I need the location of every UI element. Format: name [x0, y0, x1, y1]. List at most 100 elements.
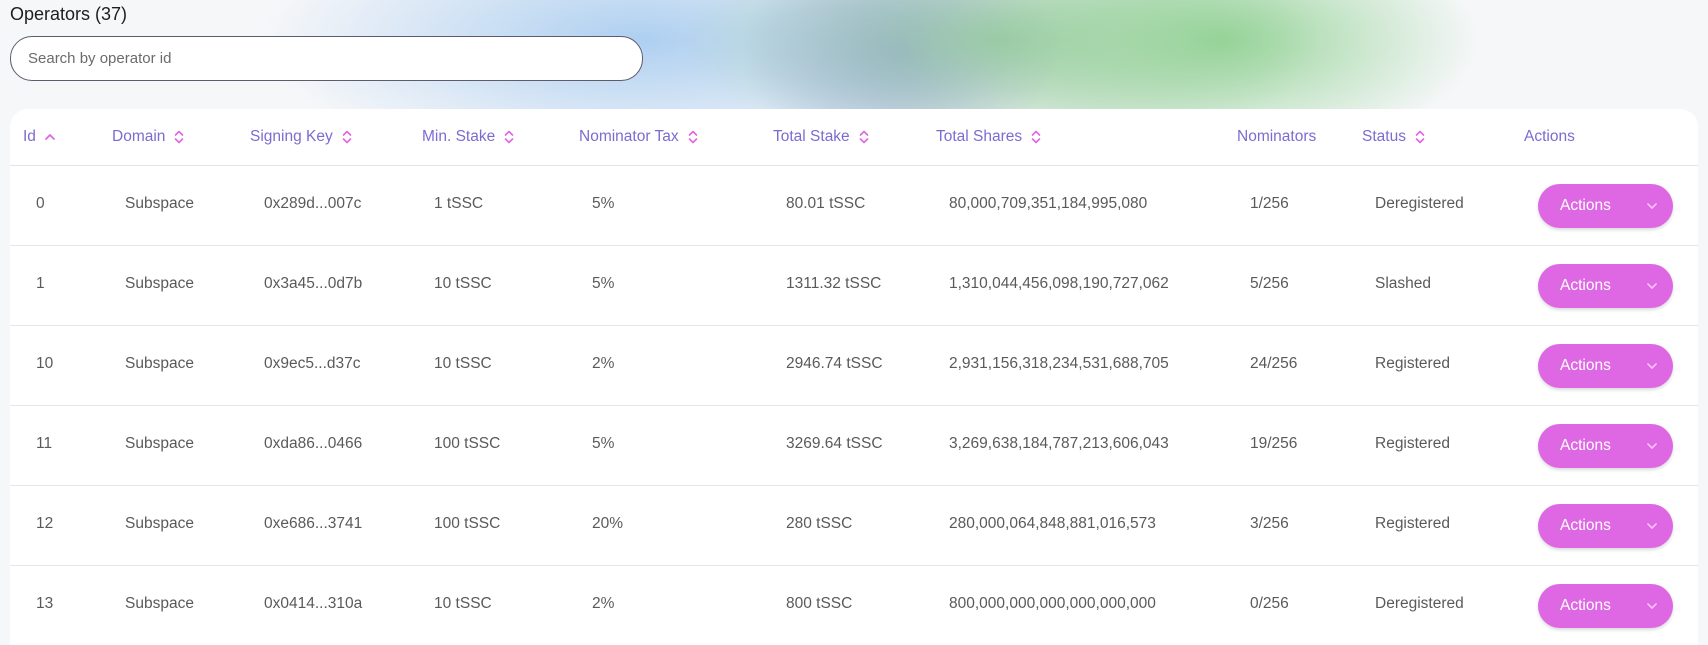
cell-status: Slashed — [1375, 275, 1432, 292]
cell-nominator-tax: 5% — [592, 435, 615, 452]
column-header-id[interactable]: Id — [23, 128, 56, 146]
cell-signing-key: 0x3a45...0d7b — [264, 275, 363, 292]
cell-domain: Subspace — [125, 195, 194, 212]
chevron-down-icon — [1647, 443, 1657, 449]
column-header-label: Domain — [112, 128, 166, 145]
actions-button-label: Actions — [1560, 277, 1611, 294]
cell-min-stake: 100 tSSC — [434, 515, 501, 532]
column-header-label: Nominators — [1237, 128, 1317, 145]
cell-id: 0 — [36, 195, 45, 212]
table-row: 10 Subspace 0x9ec5...d37c 10 tSSC 2% 294… — [10, 326, 1698, 406]
column-header-label: Nominator Tax — [579, 128, 679, 145]
cell-nominators: 19/256 — [1250, 435, 1298, 452]
cell-nominators: 5/256 — [1250, 275, 1289, 292]
cell-nominator-tax: 5% — [592, 275, 615, 292]
cell-min-stake: 10 tSSC — [434, 275, 492, 292]
cell-total-stake: 2946.74 tSSC — [786, 355, 883, 372]
sort-icon — [688, 130, 697, 144]
cell-nominators: 1/256 — [1250, 195, 1289, 212]
column-header-label: Id — [23, 128, 36, 145]
column-header-nominators: Nominators — [1237, 128, 1316, 146]
column-header-label: Min. Stake — [422, 128, 496, 145]
actions-button-label: Actions — [1560, 437, 1611, 454]
cell-domain: Subspace — [125, 515, 194, 532]
cell-total-stake: 3269.64 tSSC — [786, 435, 883, 452]
column-header-min-stake[interactable]: Min. Stake — [422, 128, 515, 146]
cell-status: Registered — [1375, 435, 1450, 452]
table-row: 1 Subspace 0x3a45...0d7b 10 tSSC 5% 1311… — [10, 246, 1698, 326]
cell-domain: Subspace — [125, 275, 194, 292]
cell-signing-key: 0x0414...310a — [264, 595, 363, 612]
cell-status: Registered — [1375, 355, 1450, 372]
cell-nominator-tax: 5% — [592, 195, 615, 212]
chevron-down-icon — [1647, 363, 1657, 369]
actions-button-label: Actions — [1560, 517, 1611, 534]
cell-domain: Subspace — [125, 595, 194, 612]
actions-dropdown-button[interactable]: Actions — [1538, 424, 1673, 468]
cell-total-stake: 800 tSSC — [786, 595, 853, 612]
chevron-down-icon — [1647, 203, 1657, 209]
cell-min-stake: 10 tSSC — [434, 595, 492, 612]
sort-icon — [1415, 130, 1425, 144]
cell-nominators: 0/256 — [1250, 595, 1289, 612]
actions-dropdown-button[interactable]: Actions — [1538, 344, 1673, 388]
operators-table: Id Domain Signing Key Min. Stake Nominat… — [10, 109, 1698, 645]
cell-id: 1 — [36, 275, 45, 292]
cell-id: 12 — [36, 515, 54, 532]
cell-signing-key: 0xe686...3741 — [264, 515, 363, 532]
cell-total-stake: 280 tSSC — [786, 515, 853, 532]
column-header-label: Signing Key — [250, 128, 333, 145]
actions-button-label: Actions — [1560, 357, 1611, 374]
column-header-actions: Actions — [1524, 128, 1575, 146]
chevron-down-icon — [1647, 283, 1657, 289]
column-header-nominator-tax[interactable]: Nominator Tax — [579, 128, 699, 146]
cell-total-shares: 280,000,064,848,881,016,573 — [949, 515, 1156, 532]
chevron-down-icon — [1647, 523, 1657, 529]
actions-dropdown-button[interactable]: Actions — [1538, 584, 1673, 628]
column-header-label: Total Stake — [773, 128, 850, 145]
cell-signing-key: 0xda86...0466 — [264, 435, 363, 452]
cell-nominators: 3/256 — [1250, 515, 1289, 532]
table-row: 12 Subspace 0xe686...3741 100 tSSC 20% 2… — [10, 486, 1698, 566]
cell-domain: Subspace — [125, 435, 194, 452]
cell-status: Registered — [1375, 515, 1450, 532]
column-header-signing-key[interactable]: Signing Key — [250, 128, 353, 146]
table-header: Id Domain Signing Key Min. Stake Nominat… — [10, 109, 1698, 166]
cell-signing-key: 0x9ec5...d37c — [264, 355, 361, 372]
chevron-up-icon — [45, 134, 55, 140]
column-header-total-shares[interactable]: Total Shares — [936, 128, 1042, 146]
cell-total-stake: 80.01 tSSC — [786, 195, 866, 212]
cell-signing-key: 0x289d...007c — [264, 195, 362, 212]
actions-dropdown-button[interactable]: Actions — [1538, 184, 1673, 228]
column-header-label: Actions — [1524, 128, 1575, 145]
sort-icon — [1031, 130, 1041, 144]
cell-status: Deregistered — [1375, 195, 1464, 212]
actions-dropdown-button[interactable]: Actions — [1538, 504, 1673, 548]
search-input[interactable] — [10, 36, 643, 81]
cell-total-shares: 3,269,638,184,787,213,606,043 — [949, 435, 1169, 452]
cell-id: 13 — [36, 595, 54, 612]
sort-icon — [175, 130, 184, 144]
cell-min-stake: 1 tSSC — [434, 195, 484, 212]
column-header-label: Status — [1362, 128, 1406, 145]
cell-nominator-tax: 2% — [592, 355, 615, 372]
column-header-status[interactable]: Status — [1362, 128, 1426, 146]
cell-id: 10 — [36, 355, 54, 372]
sort-icon — [342, 130, 352, 144]
cell-min-stake: 100 tSSC — [434, 435, 501, 452]
cell-total-shares: 80,000,709,351,184,995,080 — [949, 195, 1148, 212]
cell-min-stake: 10 tSSC — [434, 355, 492, 372]
chevron-down-icon — [1647, 603, 1657, 609]
sort-icon — [504, 130, 514, 144]
cell-total-shares: 2,931,156,318,234,531,688,705 — [949, 355, 1169, 372]
column-header-domain[interactable]: Domain — [112, 128, 185, 146]
cell-nominators: 24/256 — [1250, 355, 1298, 372]
actions-button-label: Actions — [1560, 197, 1611, 214]
column-header-total-stake[interactable]: Total Stake — [773, 128, 870, 146]
cell-status: Deregistered — [1375, 595, 1464, 612]
sort-icon — [859, 130, 868, 144]
cell-domain: Subspace — [125, 355, 194, 372]
table-row: 13 Subspace 0x0414...310a 10 tSSC 2% 800… — [10, 566, 1698, 645]
actions-dropdown-button[interactable]: Actions — [1538, 264, 1673, 308]
table-row: 0 Subspace 0x289d...007c 1 tSSC 5% 80.01… — [10, 166, 1698, 246]
